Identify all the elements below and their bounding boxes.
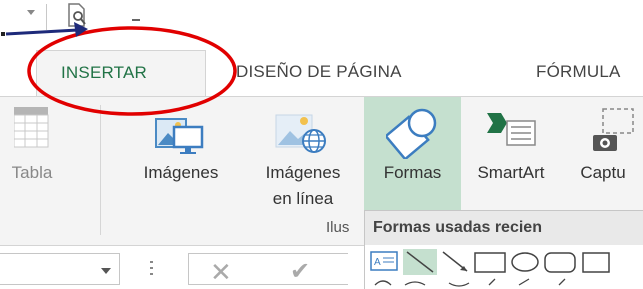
tab-insertar[interactable]: INSERTAR xyxy=(36,50,206,96)
smartart-icon xyxy=(487,113,536,146)
captura-label: Captu xyxy=(580,163,626,182)
ribbon-tabs: INSERTAR DISEÑO DE PÁGINA FÓRMULA xyxy=(0,44,643,96)
svg-text:A: A xyxy=(374,257,381,268)
arrow-shape-icon xyxy=(442,251,468,272)
qat-separator xyxy=(46,4,47,30)
qat-dropdown-icon[interactable] xyxy=(27,10,35,15)
online-pictures-icon xyxy=(275,114,326,153)
bullet-dot xyxy=(1,32,5,36)
partial-shape-icon xyxy=(582,252,610,273)
minus-icon[interactable] xyxy=(132,19,140,21)
table-icon xyxy=(14,107,49,148)
screenshot-icon xyxy=(593,108,634,151)
check-icon[interactable]: ✔ xyxy=(290,259,310,285)
imagenes-en-linea-label-1: Imágenes xyxy=(265,163,341,182)
cancel-icon[interactable]: ✕ xyxy=(210,259,232,285)
smartart-label: SmartArt xyxy=(477,163,545,182)
tab-formulas[interactable]: FÓRMULA xyxy=(536,62,621,82)
imagenes-button[interactable]: Imágenes xyxy=(120,97,242,245)
tab-insertar-label: INSERTAR xyxy=(61,63,147,82)
quick-access-toolbar xyxy=(0,0,643,44)
resize-handle[interactable] xyxy=(150,261,153,279)
shapes-dropdown-title: Formas usadas recien xyxy=(365,211,643,245)
imagenes-en-linea-label-2: en línea xyxy=(272,189,334,208)
rectangle-shape-icon xyxy=(474,252,506,273)
pictures-icon xyxy=(155,118,204,154)
tabla-label: Tabla xyxy=(11,163,53,182)
tabla-button[interactable]: Tabla xyxy=(0,97,64,245)
formas-label: Formas xyxy=(383,163,442,182)
rounded-rectangle-shape-icon xyxy=(544,252,576,273)
group-label-ilustraciones: Ilus xyxy=(326,219,350,236)
name-box[interactable] xyxy=(0,253,120,285)
text-box-shape-icon: A xyxy=(370,251,398,271)
oval-shape-icon xyxy=(511,252,539,272)
name-box-dropdown-icon[interactable] xyxy=(101,268,111,274)
shapes-dropdown: Formas usadas recien A xyxy=(364,210,643,289)
group-separator xyxy=(100,105,101,235)
more-shapes-row-icon xyxy=(374,278,566,287)
print-preview-icon[interactable] xyxy=(66,2,88,28)
imagenes-label: Imágenes xyxy=(143,163,219,182)
tab-diseno-de-pagina[interactable]: DISEÑO DE PÁGINA xyxy=(236,62,402,82)
recent-shapes-gallery[interactable]: A xyxy=(369,249,643,289)
shapes-icon xyxy=(386,108,437,159)
